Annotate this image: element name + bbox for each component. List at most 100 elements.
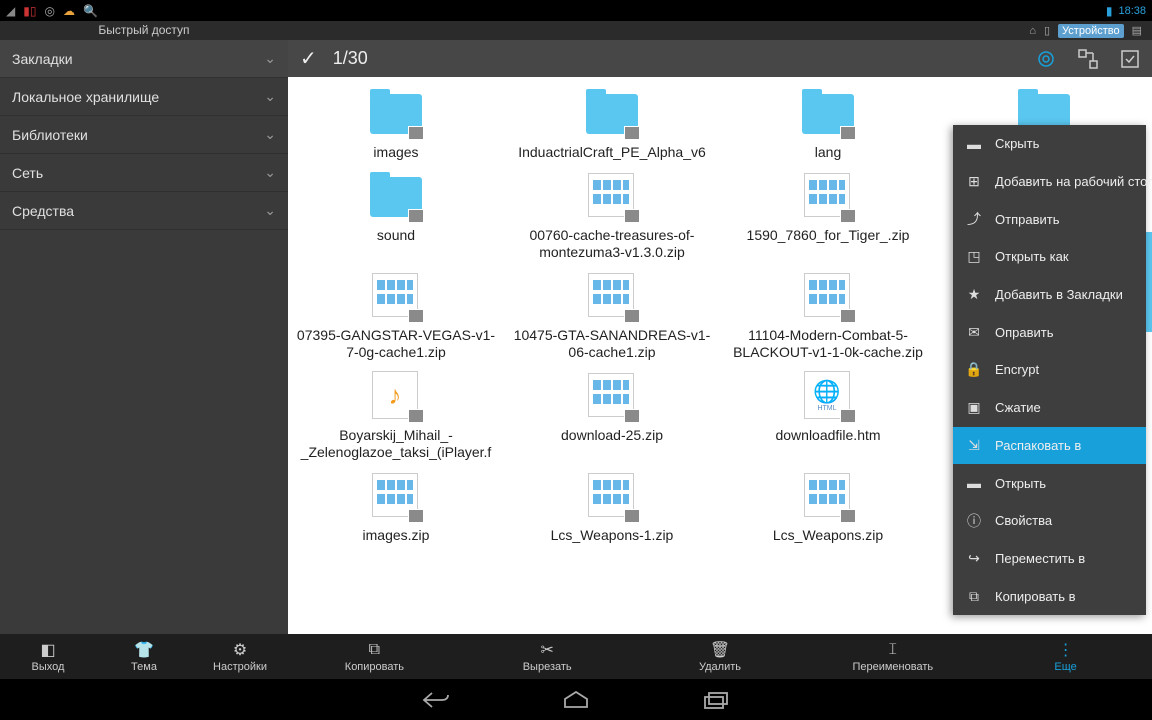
sidebar: Закладки ⌄ Локальное хранилище ⌄ Библиот… <box>0 40 288 634</box>
file-item[interactable]: Lcs_Weapons-1.zip <box>504 469 720 544</box>
file-item[interactable]: Lcs_Weapons.zip <box>720 469 936 544</box>
folder-icon <box>800 86 856 142</box>
folder-icon <box>584 86 640 142</box>
file-item[interactable]: 00760-cache-treasures-of-montezuma3-v1.3… <box>504 169 720 261</box>
sidebar-item-label: Средства <box>12 203 74 219</box>
info-icon: ⓘ <box>965 511 983 531</box>
ctx-item-info[interactable]: ⓘ Свойства <box>953 502 1146 540</box>
ctx-item-folder-open[interactable]: ▬Открыть <box>953 464 1146 502</box>
delete-icon: 🗑 <box>710 641 730 659</box>
copy-icon: ⧉ <box>369 641 380 659</box>
open-as-icon: ◳ <box>965 248 983 265</box>
exit-icon: ◧ <box>40 641 55 659</box>
file-label: 00760-cache-treasures-of-montezuma3-v1.3… <box>512 227 712 261</box>
file-item[interactable]: 07395-GANGSTAR-VEGAS-v1-7-0g-cache1.zip <box>288 269 504 361</box>
file-item[interactable]: 10475-GTA-SANANDREAS-v1-06-cache1.zip <box>504 269 720 361</box>
back-button[interactable] <box>421 690 451 710</box>
sidebar-item-label: Сеть <box>12 165 43 181</box>
toolbar-label: Удалить <box>699 661 741 673</box>
ctx-item-folder[interactable]: ▬Скрыть <box>953 125 1146 163</box>
check-icon[interactable]: ✓ <box>300 46 317 71</box>
toolbar-label: Тема <box>131 661 157 673</box>
toolbar-more-button[interactable]: ⋮Еще <box>979 634 1152 679</box>
recent-button[interactable] <box>701 690 731 710</box>
search-icon: 🔍 <box>83 4 98 18</box>
file-item[interactable]: images <box>288 86 504 161</box>
file-item[interactable]: ♪ Boyarskij_Mihail_-_Zelenoglazoe_taksi_… <box>288 369 504 461</box>
sd-icon[interactable]: ▤ <box>1132 24 1142 37</box>
toolbar-label: Вырезать <box>523 661 572 673</box>
toolbar-label: Копировать <box>345 661 404 673</box>
ctx-label: Распаковать в <box>995 438 1081 453</box>
sidebar-item-tools[interactable]: Средства ⌄ <box>0 192 288 230</box>
file-label: 11104-Modern-Combat-5-BLACKOUT-v1-1-0k-c… <box>728 327 928 361</box>
toolbar-settings-button[interactable]: ⚙Настройки <box>192 634 288 679</box>
file-item[interactable]: 1590_7860_for_Tiger_.zip <box>720 169 936 261</box>
toolbar-label: Выход <box>32 661 65 673</box>
file-item[interactable]: download-25.zip <box>504 369 720 461</box>
file-item[interactable]: lang <box>720 86 936 161</box>
toolbar-label: Настройки <box>213 661 267 673</box>
toolbar-cut-button[interactable]: ✂Вырезать <box>461 634 634 679</box>
ctx-label: Скрыть <box>995 136 1039 151</box>
toolbar-theme-button[interactable]: 👕 Тема <box>96 634 192 679</box>
ctx-item-send[interactable]: ✉Оправить <box>953 313 1146 351</box>
home-button[interactable] <box>561 690 591 710</box>
android-nav-bar <box>0 679 1152 720</box>
ctx-item-lock[interactable]: 🔒Encrypt <box>953 351 1146 389</box>
select-all-icon[interactable] <box>1120 49 1140 69</box>
ctx-item-star[interactable]: ★Добавить в Закладки <box>953 276 1146 314</box>
file-label: lang <box>815 144 841 161</box>
ctx-item-compress[interactable]: ▣Сжатие <box>953 389 1146 427</box>
extract-icon: ⇲ <box>965 437 983 454</box>
file-item[interactable]: images.zip <box>288 469 504 544</box>
group-icon[interactable] <box>1078 49 1098 69</box>
toolbar-label: Еще <box>1054 661 1076 673</box>
toolbar-rename-button[interactable]: 𝙸Переименовать <box>806 634 979 679</box>
home-icon[interactable]: ⌂ <box>1029 25 1036 37</box>
zip-icon <box>368 269 424 325</box>
sidebar-item-libraries[interactable]: Библиотеки ⌄ <box>0 116 288 154</box>
file-label: images.zip <box>363 527 430 544</box>
sidebar-item-network[interactable]: Сеть ⌄ <box>0 154 288 192</box>
target-icon: ◎ <box>44 4 54 18</box>
properties-icon[interactable] <box>1036 49 1056 69</box>
zip-icon <box>800 169 856 225</box>
music-icon: ♪ <box>368 369 424 425</box>
selection-counter: 1/30 <box>333 48 368 69</box>
sidebar-item-bookmarks[interactable]: Закладки ⌄ <box>0 40 288 78</box>
zip-icon <box>800 269 856 325</box>
file-label: Lcs_Weapons.zip <box>773 527 883 544</box>
sidebar-item-local[interactable]: Локальное хранилище ⌄ <box>0 78 288 116</box>
ctx-label: Свойства <box>995 513 1052 528</box>
file-item[interactable]: 11104-Modern-Combat-5-BLACKOUT-v1-1-0k-c… <box>720 269 936 361</box>
ctx-item-add[interactable]: ⊞Добавить на рабочий стол <box>953 163 1146 201</box>
sidebar-item-label: Библиотеки <box>12 127 88 143</box>
file-label: 10475-GTA-SANANDREAS-v1-06-cache1.zip <box>512 327 712 361</box>
file-item[interactable]: InduactrialCraft_PE_Alpha_v6 <box>504 86 720 161</box>
ctx-item-share[interactable]: ⤴Отправить <box>953 200 1146 238</box>
file-label: downloadfile.htm <box>775 427 880 444</box>
file-item[interactable]: 🌐HTML downloadfile.htm <box>720 369 936 461</box>
ctx-item-move[interactable]: ↪Переместить в <box>953 540 1146 578</box>
theme-icon: 👕 <box>134 641 154 659</box>
file-label: InduactrialCraft_PE_Alpha_v6 <box>518 144 706 161</box>
chevron-down-icon: ⌄ <box>264 126 276 143</box>
toolbar-delete-button[interactable]: 🗑 Удалить <box>634 634 807 679</box>
ctx-label: Добавить на рабочий стол <box>995 174 1152 189</box>
ctx-item-open-as[interactable]: ◳Открыть как <box>953 238 1146 276</box>
add-icon: ⊞ <box>965 173 983 190</box>
ctx-label: Копировать в <box>995 589 1076 604</box>
compress-icon: ▣ <box>965 399 983 416</box>
file-label: Lcs_Weapons-1.zip <box>551 527 674 544</box>
send-icon: ✉ <box>965 324 983 341</box>
toolbar-copy-button[interactable]: ⧉ Копировать <box>288 634 461 679</box>
toolbar-exit-button[interactable]: ◧ Выход <box>0 634 96 679</box>
file-label: Boyarskij_Mihail_-_Zelenoglazoe_taksi_(i… <box>296 427 496 461</box>
star-icon: ★ <box>965 286 983 303</box>
signal-icon: ◢ <box>6 4 15 18</box>
file-item[interactable]: sound <box>288 169 504 261</box>
breadcrumb-chip[interactable]: Устройство <box>1058 24 1124 38</box>
ctx-item-copy[interactable]: ⧉Копировать в <box>953 577 1146 615</box>
ctx-item-extract[interactable]: ⇲ Распаковать в <box>953 427 1146 465</box>
